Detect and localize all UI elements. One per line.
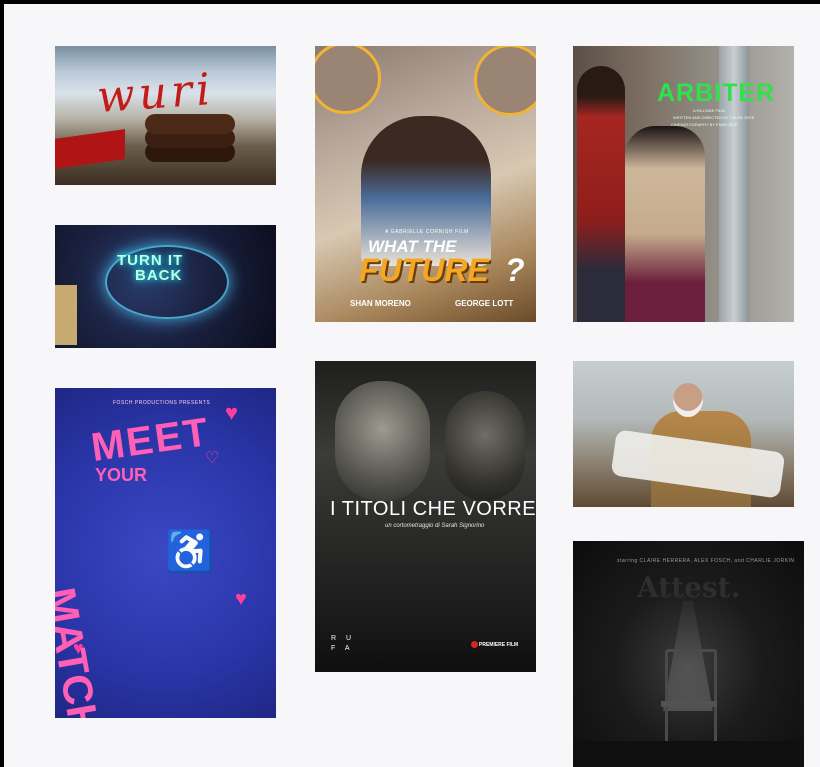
- distributor-logo-icon: [471, 641, 478, 648]
- poster-title: wuri: [95, 63, 216, 124]
- poster-subtitle: WRITTEN AND DIRECTED BY CALEB JOYE: [673, 115, 755, 120]
- poster-tile-arbiter[interactable]: ARBITER A HILLSIDE FILM WRITTEN AND DIRE…: [573, 46, 794, 322]
- poster-byline: A GABRIELLE CORNISH FILM: [385, 229, 469, 235]
- poster-title-match: MATCH: [55, 584, 109, 718]
- poster-credits: starring CLAIRE HERRERA, ALEX FOSCH, and…: [617, 558, 795, 564]
- cast-name: GEORGE LOTT: [455, 299, 514, 308]
- title-your-line: YOUR: [95, 465, 148, 485]
- poster-title-your: YOUR: [95, 466, 147, 484]
- chair-icon: [665, 649, 717, 744]
- poster-title-mark: ?: [505, 252, 525, 288]
- poster-title: TURN IT BACK: [117, 253, 183, 283]
- poster-subtitle: un cortometraggio di Sarah Signorino: [385, 523, 485, 529]
- studio-line: F A: [331, 645, 354, 652]
- poster-title: Attest.: [637, 571, 741, 604]
- poster-title: I TITOLI CHE VORREI: [330, 498, 536, 520]
- man-face: [335, 381, 430, 501]
- chair-seat: [661, 701, 717, 707]
- lamp-glow: [55, 285, 77, 345]
- red-cloth: [55, 129, 125, 169]
- man-figure: [577, 66, 625, 322]
- poster-tile-meet-your-match[interactable]: ♥ ♡ ♥ ♥ ♿ FOSCH PRODUCTIONS PRESENTS MEE…: [55, 388, 276, 718]
- poster-tile-wuri[interactable]: wuri: [55, 46, 276, 185]
- floor-shadow: [573, 741, 804, 767]
- poster-tile-old-man-still[interactable]: [573, 361, 794, 507]
- poster-subtitle: A HILLSIDE FILM: [693, 108, 725, 113]
- poster-tile-turn-it-back[interactable]: TURN IT BACK: [55, 225, 276, 348]
- poster-tile-what-the-future[interactable]: A GABRIELLE CORNISH FILM WHAT THE FUTURE…: [315, 46, 536, 322]
- poster-gallery: wuri TURN IT BACK A GABRIELLE CORNISH FI…: [4, 4, 820, 767]
- poster-title: ARBITER: [657, 79, 776, 107]
- poster-subtitle: CINEMATOGRAPHY BY EVAN JELP: [671, 122, 738, 127]
- cast-name: SHAN MORENO: [350, 299, 411, 308]
- heart-icon: ♥: [225, 400, 239, 425]
- cast-portrait-left: [315, 46, 381, 114]
- title-line-2: BACK: [135, 267, 183, 284]
- woman-silhouette: [445, 391, 525, 501]
- poster-title-meet: MEET: [88, 409, 213, 471]
- title-line-1: TURN IT: [117, 252, 184, 269]
- distributor-name: PREMIERE FILM: [479, 642, 519, 648]
- studio-logo: R U F A: [331, 634, 355, 654]
- wheelchair-icon: ♿: [165, 530, 215, 574]
- poster-tile-i-titoli-che-vorrei[interactable]: I TITOLI CHE VORREI un cortometraggio di…: [315, 361, 536, 672]
- heart-icon: ♥: [235, 588, 247, 610]
- man-head: [673, 383, 703, 417]
- woman-with-child-figure: [625, 126, 705, 322]
- poster-tile-attest[interactable]: starring CLAIRE HERRERA, ALEX FOSCH, and…: [573, 541, 804, 767]
- poster-title-line2: FUTURE: [359, 252, 489, 288]
- poster-producer: FOSCH PRODUCTIONS PRESENTS: [113, 400, 211, 406]
- cast-portrait-right: [474, 46, 536, 116]
- studio-line: R U: [331, 635, 356, 642]
